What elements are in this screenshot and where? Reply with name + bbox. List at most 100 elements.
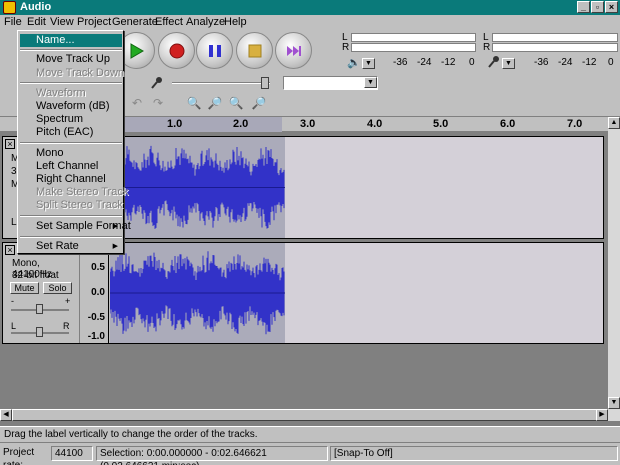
menu-bar: File Edit View Project Generate Effect A… <box>0 15 620 29</box>
mute-button[interactable]: Mute <box>10 282 39 294</box>
vruler-label: 0.0 <box>91 287 105 298</box>
menu-edit[interactable]: Edit <box>27 16 46 28</box>
menu-project[interactable]: Project <box>77 16 111 28</box>
selection-info: Selection: 0:00.000000 - 0:02.646621 (0.… <box>96 446 328 465</box>
ruler-tick-2: 2.0 <box>233 118 249 130</box>
selection-bar: Project rate: 44100 Selection: 0:00.0000… <box>0 443 620 465</box>
track-2-info-panel[interactable]: × Mono, 44100Hz 32-bit float Mute Solo -… <box>3 243 80 343</box>
track-1-close-button[interactable]: × <box>5 139 15 149</box>
menu-analyze[interactable]: Analyze <box>186 16 225 28</box>
menu-separator <box>20 236 122 238</box>
menu-item-left-channel[interactable]: Left Channel <box>20 160 122 173</box>
close-window-button[interactable]: × <box>605 1 618 13</box>
vruler-label: 0.5 <box>91 262 105 273</box>
menu-effect[interactable]: Effect <box>155 16 183 28</box>
zoom-out-button[interactable]: 🔎 <box>205 94 225 114</box>
track-1-waveform[interactable] <box>110 137 603 238</box>
menu-generate[interactable]: Generate <box>112 16 158 28</box>
track-1-waveform-graph <box>110 145 285 229</box>
menu-item-set-rate[interactable]: Set Rate ▶ <box>20 240 122 253</box>
menu-item-waveform: Waveform <box>36 87 86 99</box>
input-microphone-icon <box>151 77 162 89</box>
ruler-tick-1: 1.0 <box>167 118 183 130</box>
pause-button[interactable] <box>196 32 233 69</box>
vertical-scrollbar[interactable]: ▲ ▼ <box>608 117 620 409</box>
menu-item-move-track-down: Move Track Down <box>36 67 125 79</box>
play-icon <box>130 42 144 59</box>
redo-button[interactable]: ↷ <box>148 94 168 114</box>
project-rate-field[interactable]: 44100 <box>51 446 93 461</box>
menu-view[interactable]: View <box>50 16 74 28</box>
gain-slider-thumb[interactable] <box>36 304 43 314</box>
menu-item-spectrum[interactable]: Spectrum <box>20 113 122 126</box>
menu-separator <box>20 49 122 51</box>
project-rate-label: Project rate: <box>3 447 35 465</box>
fit-selection-button[interactable]: 🔍 <box>226 94 246 114</box>
meter-right-r: R <box>483 42 491 53</box>
ruler-tick-7: 7.0 <box>567 118 583 130</box>
track-2-waveform-graph <box>110 251 285 335</box>
snap-to-status[interactable]: [Snap-To Off] <box>330 446 618 461</box>
ruler-tick-5: 5.0 <box>433 118 449 130</box>
record-button[interactable] <box>158 32 195 69</box>
menu-item-pitch[interactable]: Pitch (EAC) <box>20 126 122 139</box>
microphone-icon <box>488 56 499 68</box>
ruler-tick-6: 6.0 <box>500 118 516 130</box>
scroll-up-button[interactable]: ▲ <box>608 117 620 129</box>
speaker-icon: 🔈 <box>347 57 361 69</box>
record-meter-dropdown[interactable]: ▼ <box>502 58 515 69</box>
window-title: Audio <box>20 1 52 13</box>
meter-scale-left-36: -36 <box>393 57 408 68</box>
fit-project-button[interactable]: 🔎 <box>249 94 269 114</box>
meter-left-r: R <box>342 42 350 53</box>
input-source-select[interactable]: ▼ <box>283 76 378 90</box>
scroll-left-button[interactable]: ◀ <box>0 409 12 421</box>
meter-scale-right-12: -12 <box>582 57 597 68</box>
maximize-button[interactable]: ▫ <box>591 1 604 13</box>
menu-item-mono[interactable]: Mono <box>20 147 122 160</box>
solo-button[interactable]: Solo <box>43 282 72 294</box>
meter-scale-right-36: -36 <box>534 57 549 68</box>
menu-separator <box>20 142 122 144</box>
horizontal-scrollbar[interactable]: ◀ ▶ <box>0 409 620 421</box>
menu-item-set-sample-format[interactable]: Set Sample Format ▶ <box>20 220 131 233</box>
pan-right-label: R <box>63 321 70 331</box>
scroll-down-button[interactable]: ▼ <box>608 397 620 409</box>
gain-plus-label: + <box>65 296 71 306</box>
playback-meter-dropdown[interactable]: ▼ <box>362 58 375 69</box>
menu-item-name[interactable]: Name... <box>20 34 122 47</box>
status-message: Drag the label vertically to change the … <box>4 429 258 440</box>
menu-help[interactable]: Help <box>224 16 247 28</box>
menu-item-move-track-up[interactable]: Move Track Up <box>20 53 122 66</box>
ruler-selection <box>107 117 282 132</box>
zoom-in-button[interactable]: 🔍 <box>184 94 204 114</box>
ruler-tick-4: 4.0 <box>367 118 383 130</box>
track-context-menu: Name... Move Track Up Move Track Down Wa… <box>17 30 131 254</box>
track-2-vertical-ruler: 0.5 0.0 -0.5 -1.0 <box>81 243 109 343</box>
audio-track-2[interactable]: × Mono, 44100Hz 32-bit float Mute Solo -… <box>2 242 604 344</box>
menu-separator <box>20 215 122 217</box>
pause-icon <box>208 44 221 57</box>
undo-button[interactable]: ↶ <box>127 94 147 114</box>
meter-scale-left-24: -24 <box>417 57 432 68</box>
track-2-waveform[interactable] <box>110 243 603 343</box>
ruler-tick-3: 3.0 <box>300 118 316 130</box>
minimize-button[interactable]: _ <box>577 1 590 13</box>
meter-scale-left-12: -12 <box>441 57 456 68</box>
skip-to-end-button[interactable] <box>275 32 312 69</box>
audacity-app-icon[interactable] <box>3 1 16 14</box>
menu-file[interactable]: File <box>4 16 22 28</box>
track-2-close-button[interactable]: × <box>5 245 15 255</box>
scroll-right-button[interactable]: ▶ <box>596 409 608 421</box>
record-icon <box>169 43 184 58</box>
chevron-down-icon: ▼ <box>364 77 377 88</box>
input-volume-thumb[interactable] <box>261 77 269 89</box>
stop-button[interactable] <box>236 32 273 69</box>
record-meter-r <box>492 43 618 52</box>
horizontal-scroll-thumb[interactable] <box>12 409 602 421</box>
meter-scale-right-24: -24 <box>558 57 573 68</box>
pan-slider-thumb[interactable] <box>36 327 43 337</box>
menu-item-right-channel[interactable]: Right Channel <box>20 173 122 186</box>
input-volume-slider[interactable] <box>172 82 270 84</box>
menu-item-waveform-db[interactable]: Waveform (dB) <box>20 100 122 113</box>
